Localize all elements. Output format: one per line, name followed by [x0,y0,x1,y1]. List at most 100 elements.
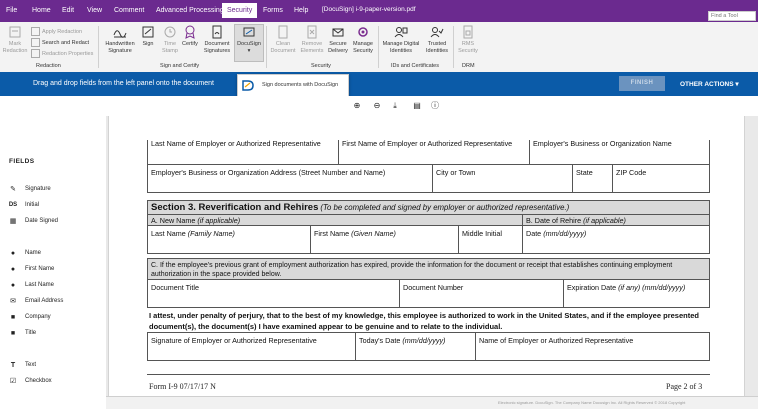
new-last-name-cell[interactable]: Last Name (Family Name) [147,225,311,254]
date-note: (mm/dd/yyyy) [543,229,587,238]
document-number-cell[interactable]: Document Number [399,279,564,308]
sign-button[interactable]: Sign [140,25,156,48]
search-redact-icon [31,38,40,47]
new-name-label: A. New Name [151,216,196,225]
text-icon: T [10,362,16,369]
digital-identities-icon [394,27,408,38]
person-icon: ● [10,282,16,289]
ribbon-medal-icon [185,25,195,39]
manage-digital-identities-button[interactable]: Manage Digital Identities [380,25,422,55]
employer-first-name-cell[interactable]: First Name of Employer or Authorized Rep… [338,139,530,165]
mark-redaction-label: Mark Redaction [2,41,28,54]
expiration-date-cell[interactable]: Expiration Date (if any) (mm/dd/yyyy) [563,279,710,308]
briefcase-icon: ■ [10,314,16,321]
new-first-name-cell[interactable]: First Name (Given Name) [310,225,459,254]
zip-cell[interactable]: ZIP Code [612,164,710,193]
document-signatures-button[interactable]: Document Signatures [201,25,233,55]
employer-name-cell[interactable]: Name of Employer or Authorized Represent… [475,332,710,361]
secure-delivery-button[interactable]: Secure Delivery [326,25,350,55]
menu-forms[interactable]: Forms [259,5,287,16]
trusted-identities-button[interactable]: Trusted Identities [423,25,451,55]
group-divider [266,26,267,68]
employer-last-name-cell[interactable]: Last Name of Employer or Authorized Repr… [147,139,339,165]
sign-certify-group-label: Sign and Certify [160,63,200,69]
menu-help[interactable]: Help [290,5,312,16]
trusted-identities-icon [430,27,444,38]
rehire-date-cell[interactable]: Date (mm/dd/yyyy) [522,225,710,254]
envelope-icon: ✉ [10,298,16,305]
clean-document-icon [278,25,288,39]
trusted-identities-label: Trusted Identities [425,41,448,54]
todays-date-note: (mm/dd/yyyy) [402,336,446,345]
clean-document-button[interactable]: Clean Document [268,25,298,55]
menu-comment[interactable]: Comment [110,5,148,16]
employer-last-name-label: Last Name of Employer or Authorized Repr… [151,139,321,148]
docusign-label: DocuSign [237,41,261,47]
manage-security-label: Manage Security [353,41,373,54]
redaction-properties-button[interactable]: Redaction Properties [31,49,93,58]
search-and-redact-button[interactable]: Search and Redact [31,38,89,47]
print-icon[interactable]: ▤ [412,101,422,111]
manage-security-button[interactable]: Manage Security [350,25,376,55]
form-footer-id: Form I-9 07/17/17 N [149,382,216,391]
city-cell[interactable]: City or Town [432,164,573,193]
help-icon[interactable]: ⓘ [430,101,440,111]
employer-signature-label: Signature of Employer or Authorized Repr… [151,336,317,345]
find-tool-input[interactable] [708,11,756,21]
field-label: Name [25,250,42,256]
menu-advanced-processing[interactable]: Advanced Processing [152,5,228,16]
docusign-button[interactable]: DocuSign ▾ [234,24,264,62]
sign-label: Sign [142,41,154,47]
docusign-dropdown-icon: ▾ [247,48,251,54]
handwritten-signature-button[interactable]: Handwritten Signature [101,25,139,55]
menu-file[interactable]: File [2,5,21,16]
document-title-cell[interactable]: Document Title [147,279,400,308]
other-actions-button[interactable]: OTHER ACTIONS ▾ [680,80,739,88]
remove-elements-icon [307,25,317,39]
remove-elements-button[interactable]: Remove Elements [298,25,326,55]
checkbox-icon: ☑ [9,378,17,385]
document-signatures-icon [212,25,222,39]
business-address-cell[interactable]: Employer's Business or Organization Addr… [147,164,433,193]
rehire-date-label: B. Date of Rehire [526,216,582,225]
docusign-action-bar: Drag and drop fields from the left panel… [0,72,758,96]
ids-group-label: IDs and Certificates [391,63,439,69]
middle-initial-cell[interactable]: Middle Initial [458,225,523,254]
docusign-tooltip[interactable]: Sign documents with DocuSign [237,74,349,97]
state-label: State [576,168,593,177]
employer-signature-cell[interactable]: Signature of Employer or Authorized Repr… [147,332,356,361]
mark-redaction-button[interactable]: Mark Redaction [2,25,28,55]
business-name-cell[interactable]: Employer's Business or Organization Name [529,139,710,165]
document-number-label: Document Number [403,283,464,292]
redaction-properties-label: Redaction Properties [42,50,94,57]
time-stamp-button[interactable]: Time Stamp [159,25,181,55]
apply-redaction-button[interactable]: Apply Redaction [31,27,82,36]
gear-icon [358,27,368,37]
clean-document-label: Clean Document [270,41,296,54]
handwritten-signature-icon [113,30,127,38]
zoom-in-icon[interactable]: ⊕ [352,101,362,111]
redaction-properties-icon [31,49,40,58]
menu-edit[interactable]: Edit [58,5,78,16]
field-label: Last Name [25,282,55,288]
menu-view[interactable]: View [83,5,106,16]
field-label: Initial [25,202,40,208]
finish-button[interactable]: FINISH [619,76,665,91]
zoom-out-icon[interactable]: ⊖ [372,101,382,111]
rms-security-button[interactable]: RMS Security [456,25,480,55]
todays-date-cell[interactable]: Today's Date (mm/dd/yyyy) [355,332,476,361]
section-c-header: C. If the employee's previous grant of e… [147,258,710,280]
last-name-label: Last Name [151,229,186,238]
handwritten-signature-label: Handwritten Signature [105,41,135,54]
employer-first-name-label: First Name of Employer or Authorized Rep… [342,139,513,148]
state-cell[interactable]: State [572,164,613,193]
menu-security[interactable]: Security [222,3,258,18]
ds-initial-icon: DS [8,202,18,208]
calendar-icon: ▦ [9,218,17,225]
download-icon[interactable]: ⤓ [390,101,400,111]
menu-home[interactable]: Home [28,5,55,16]
certify-button[interactable]: Certify [180,25,200,48]
docusign-logo-icon [242,80,254,91]
rms-security-icon [463,25,473,39]
field-label: Company [25,314,51,320]
